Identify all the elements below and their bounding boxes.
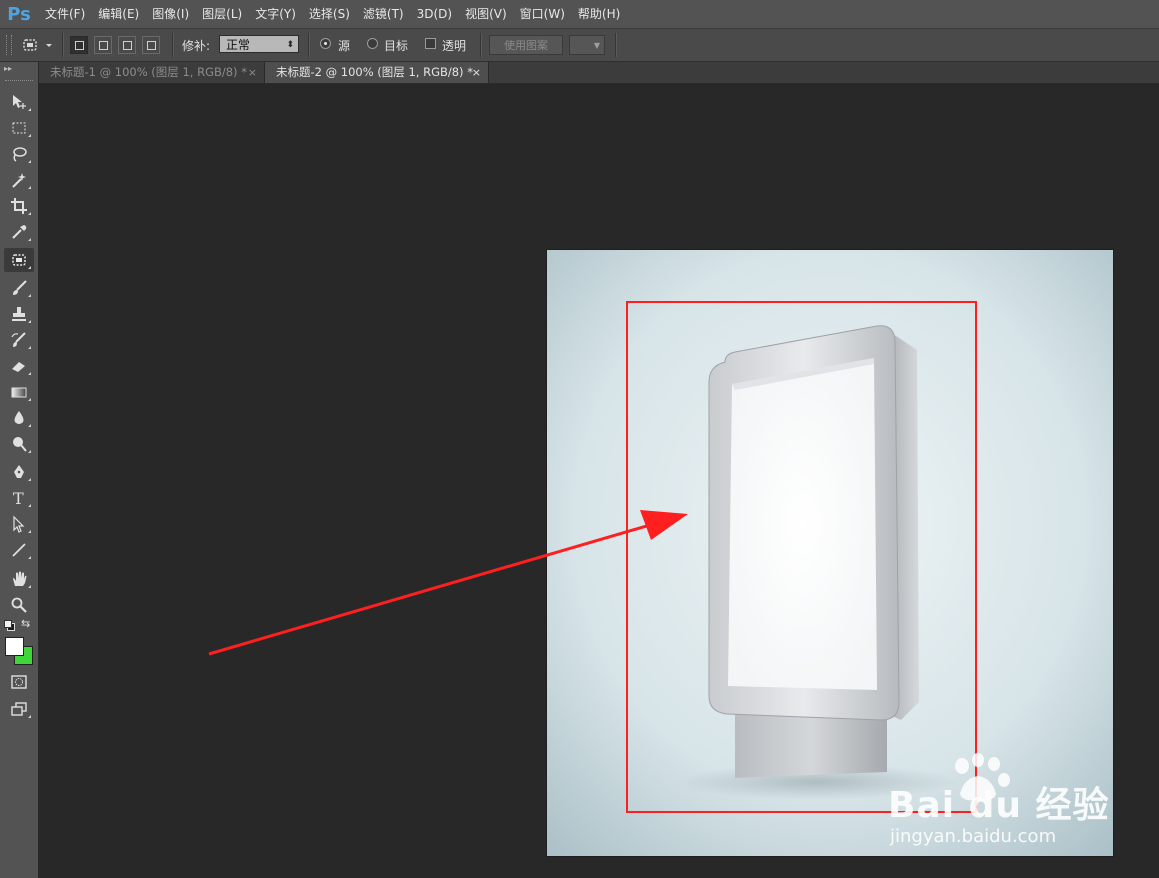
- watermark-url: jingyan.baidu.com: [890, 826, 1057, 847]
- baidu-watermark: Bai du 经验 jingyan.baidu.com: [860, 748, 1120, 858]
- annotation-arrow: [208, 510, 688, 656]
- watermark-brand: Bai du 经验: [888, 785, 1110, 826]
